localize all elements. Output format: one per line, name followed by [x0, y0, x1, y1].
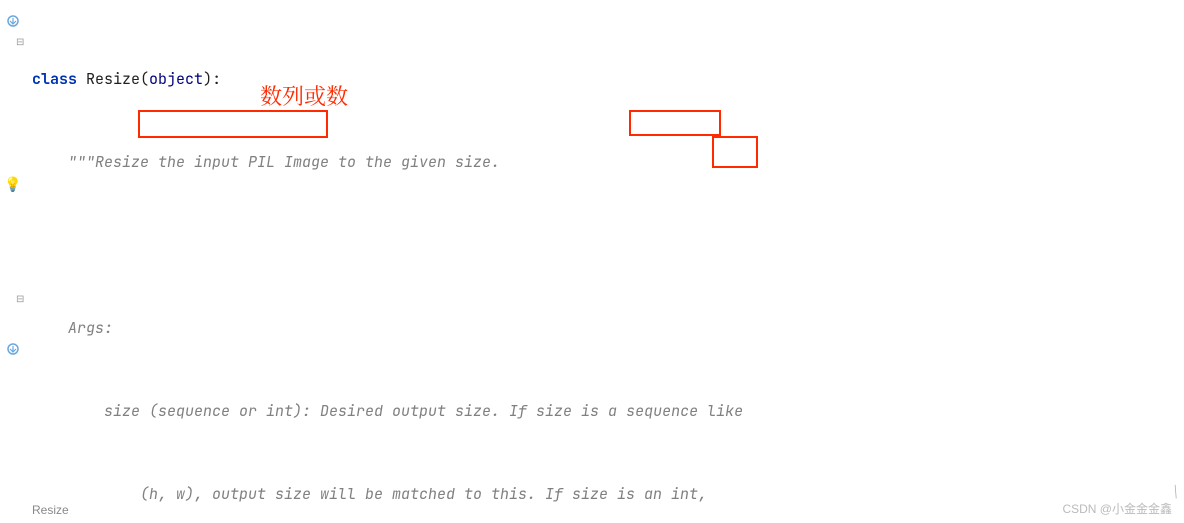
fold-icon[interactable]: ⊟: [16, 292, 28, 305]
docstring: (sequence or int): [149, 401, 302, 421]
docstring: : Desired output size. If size is a: [302, 401, 626, 421]
docstring: like: [698, 401, 743, 421]
watermark: CSDN @小金金金鑫: [1062, 500, 1172, 517]
method-override-icon[interactable]: [4, 340, 22, 358]
editor-gutter: ⊟ 💡 ⊟: [0, 0, 28, 523]
code-line: Args:: [32, 317, 1184, 340]
code-line: size (sequence or int): Desired output s…: [32, 400, 1184, 423]
code-editor[interactable]: class Resize(object): """Resize the inpu…: [32, 8, 1184, 493]
docstring: """Resize the input PIL Image to the giv…: [68, 152, 500, 172]
docstring: ,: [698, 484, 707, 504]
docstring: sequence: [626, 401, 698, 421]
docstring: (h, w), output size will be matched to t…: [68, 484, 671, 504]
docstring: Args:: [68, 318, 113, 338]
intention-bulb-icon[interactable]: 💡: [4, 176, 22, 194]
breadcrumb[interactable]: Resize: [32, 503, 69, 517]
punct: (: [140, 69, 149, 89]
method-override-icon[interactable]: [4, 12, 22, 30]
code-line: [32, 234, 1184, 257]
fold-icon[interactable]: ⊟: [16, 35, 28, 48]
docstring: size: [68, 401, 149, 421]
code-line: class Resize(object):: [32, 68, 1184, 91]
punct: ):: [203, 69, 221, 89]
base-class: object: [149, 69, 203, 89]
class-name: Resize: [86, 69, 140, 89]
docstring: int: [671, 484, 698, 504]
code-line: """Resize the input PIL Image to the giv…: [32, 151, 1184, 174]
code-line: (h, w), output size will be matched to t…: [32, 483, 1184, 506]
keyword: class: [32, 69, 86, 89]
